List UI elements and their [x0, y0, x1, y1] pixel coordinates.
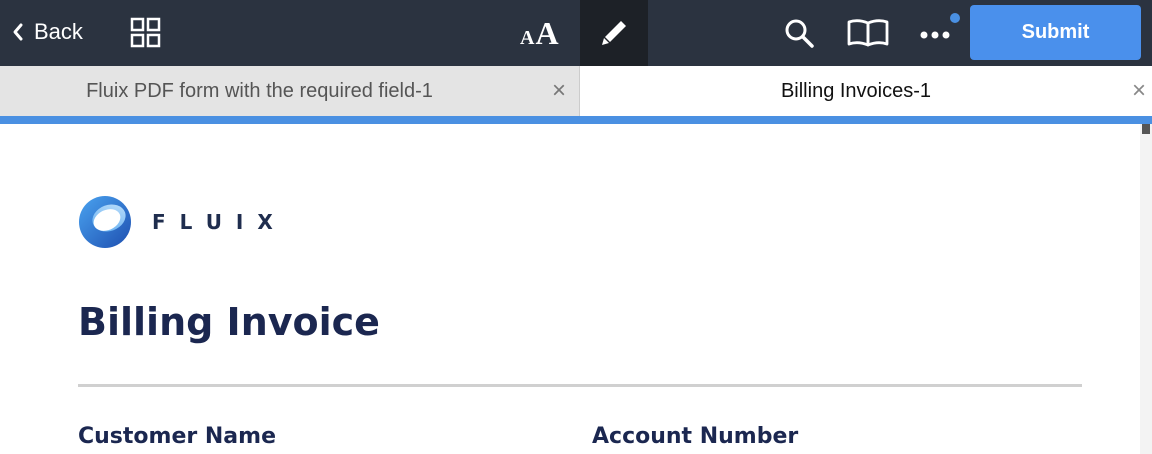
annotate-button[interactable]	[580, 0, 648, 66]
back-label: Back	[34, 19, 83, 44]
tab-billing-invoices[interactable]: Billing Invoices-1 ×	[580, 66, 1152, 116]
more-options-button[interactable]	[916, 20, 960, 50]
chevron-left-icon	[13, 23, 23, 41]
vertical-scrollbar[interactable]	[1140, 124, 1152, 454]
submit-button[interactable]: Submit	[970, 5, 1141, 60]
tab-label: Fluix PDF form with the required field-1	[86, 79, 433, 102]
account-number-label: Account Number	[592, 424, 799, 449]
text-size-icon-small: A	[520, 27, 535, 49]
grid-icon	[130, 17, 161, 48]
more-icon	[920, 31, 950, 39]
close-icon[interactable]: ×	[1132, 79, 1146, 103]
search-button[interactable]	[782, 16, 816, 50]
logo-wordmark: FLUIX	[152, 210, 287, 234]
reader-mode-button[interactable]	[846, 18, 890, 48]
tab-fluix-pdf-form[interactable]: Fluix PDF form with the required field-1…	[0, 66, 580, 116]
active-tab-indicator	[0, 116, 1152, 124]
grid-view-button[interactable]	[130, 17, 162, 49]
notification-dot	[950, 13, 960, 23]
scroll-thumb[interactable]	[1142, 124, 1150, 134]
fluix-logo-icon	[79, 196, 131, 248]
back-button[interactable]: Back	[12, 14, 83, 50]
document-page: FLUIX Billing Invoice Customer Name Acco…	[0, 124, 1140, 454]
text-size-button[interactable]: A A	[520, 14, 559, 50]
page-title: Billing Invoice	[78, 300, 380, 344]
close-icon[interactable]: ×	[552, 79, 566, 103]
pen-icon	[602, 21, 626, 45]
divider	[78, 384, 1082, 387]
search-icon	[785, 19, 814, 48]
customer-name-label: Customer Name	[78, 424, 276, 449]
document-tabs: Fluix PDF form with the required field-1…	[0, 66, 1152, 116]
text-size-icon-large: A	[535, 15, 559, 51]
tab-label: Billing Invoices-1	[780, 79, 932, 102]
top-toolbar: Back A A Submit	[0, 0, 1152, 66]
book-icon	[847, 19, 889, 47]
